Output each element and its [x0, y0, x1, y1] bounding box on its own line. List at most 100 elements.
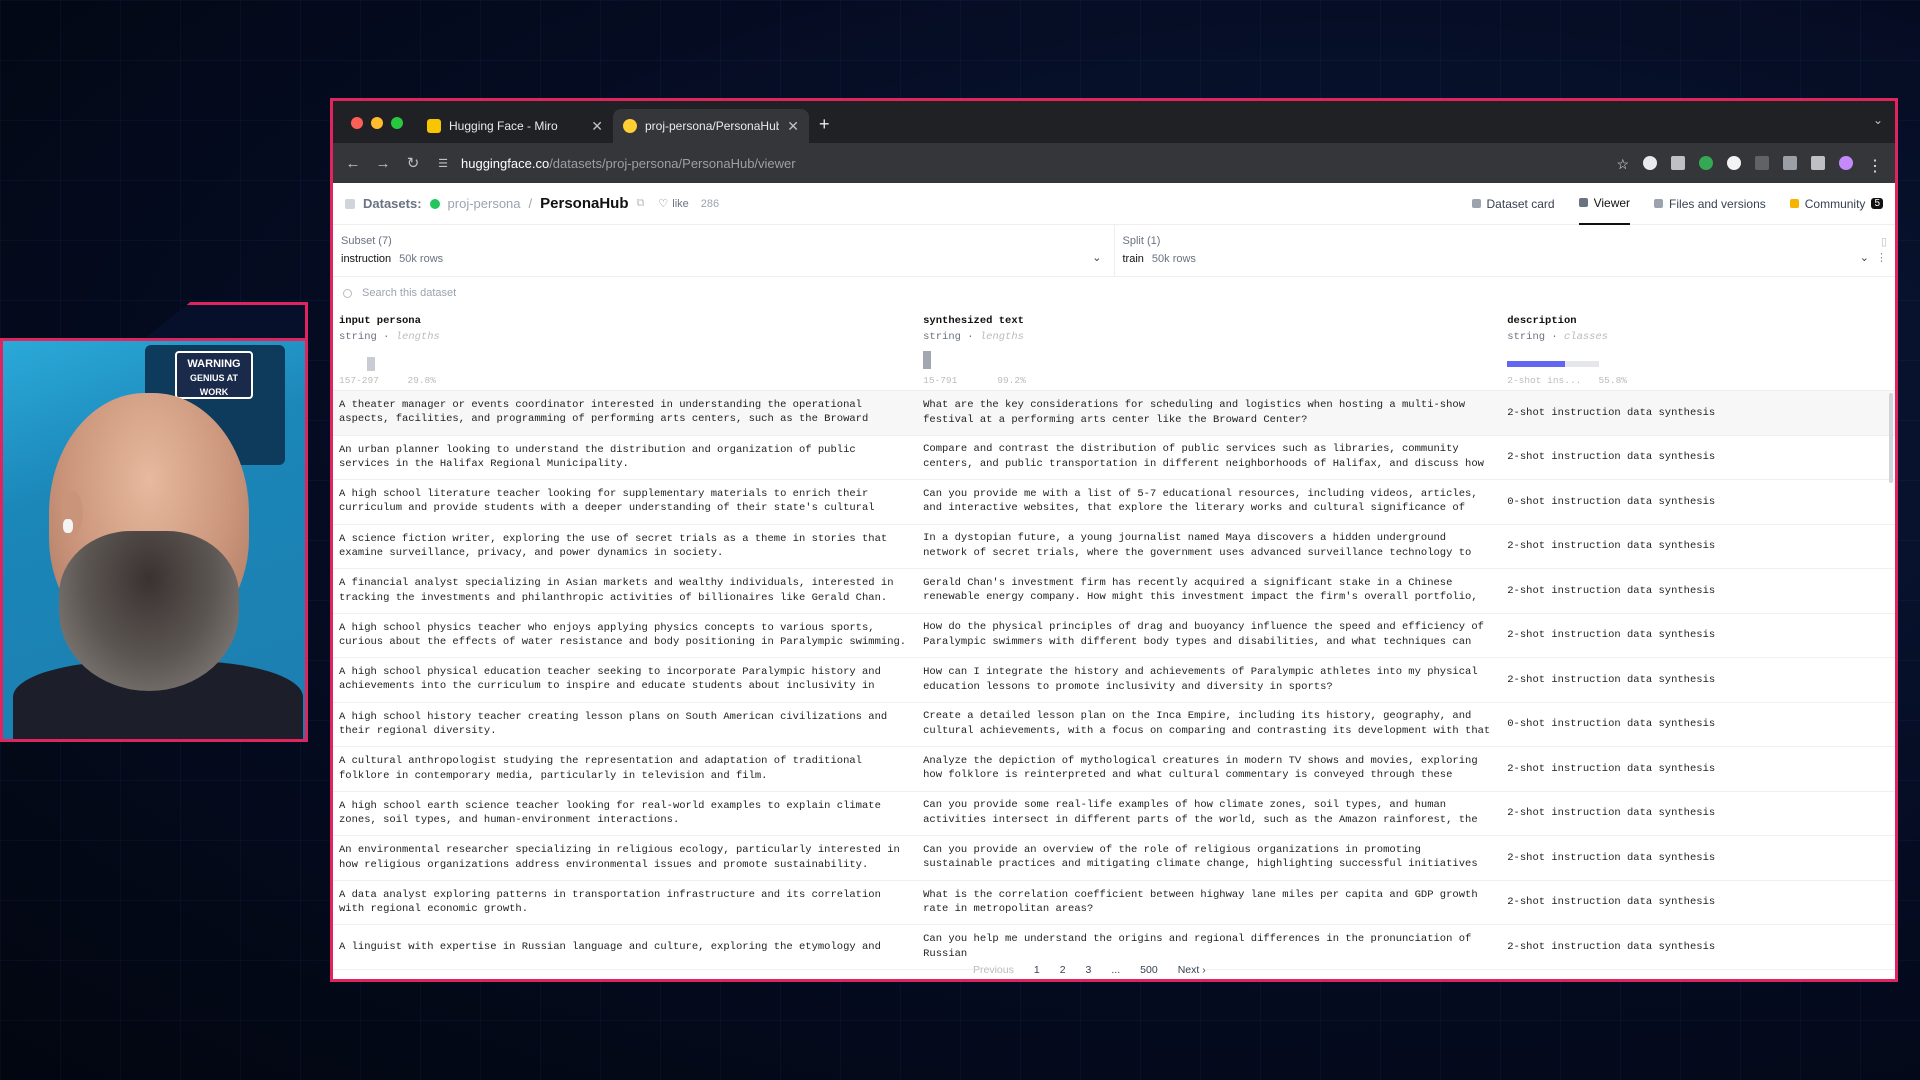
miro-favicon-icon — [427, 119, 441, 133]
back-arrow-icon[interactable]: ← — [345, 155, 361, 172]
warning-sign: WARNING GENIUS AT WORK — [175, 351, 253, 399]
profile-avatar[interactable] — [1839, 156, 1853, 170]
previous-page-button[interactable]: Previous — [973, 964, 1014, 976]
more-options-icon[interactable]: ⋮ — [1876, 251, 1887, 264]
split-selector[interactable]: Split (1) train 50k rows ⌄ ▯ ⋮ — [1113, 225, 1896, 276]
community-icon — [1789, 199, 1799, 208]
histogram-range-row: 157-297 29.8% — [339, 375, 436, 386]
table-row[interactable]: An urban planner looking to understand t… — [333, 436, 1895, 480]
dataset-search[interactable]: Search this dataset — [333, 277, 1895, 309]
table-cell-input-persona: An urban planner looking to understand t… — [339, 443, 856, 471]
table-row[interactable]: An environmental researcher specializing… — [333, 836, 1895, 881]
browser-tab-miro[interactable]: Hugging Face - Miro ✕ — [417, 109, 613, 143]
table-cell-input-persona: A high school physics teacher who enjoys… — [339, 621, 907, 649]
column-type: string — [339, 331, 377, 343]
tab-viewer[interactable]: Viewer — [1578, 183, 1631, 225]
maximize-window-button[interactable] — [391, 117, 403, 129]
search-icon — [343, 288, 352, 298]
table-cell-input-persona: A high school history teacher creating l… — [339, 710, 888, 738]
browser-menu-icon[interactable]: ⋮ — [1867, 156, 1883, 175]
like-button[interactable]: ♡ like 286 — [658, 197, 719, 211]
column-type: string — [923, 331, 961, 343]
table-cell-synthesized-text: Gerald Chan's investment firm has recent… — [923, 576, 1478, 604]
pen-extension-icon[interactable] — [1671, 156, 1685, 170]
table-cell-description: 2-shot instruction data synthesis — [1507, 940, 1716, 953]
tab-community[interactable]: Community 5 — [1789, 183, 1883, 225]
table-row[interactable]: A high school earth science teacher look… — [333, 792, 1895, 836]
tab-bar: Hugging Face - Miro ✕ proj-persona/Perso… — [333, 101, 1895, 143]
close-tab-icon[interactable]: ✕ — [591, 118, 603, 135]
datasets-label[interactable]: Datasets: — [363, 196, 422, 211]
table-row[interactable]: A high school literature teacher looking… — [333, 480, 1895, 525]
tab-search-chevron-icon[interactable]: ⌄ — [1873, 113, 1883, 127]
column-header-description[interactable]: description string · classes 2-shot ins.… — [1501, 309, 1895, 390]
table-cell-description: 2-shot instruction data synthesis — [1507, 807, 1716, 819]
table-body: A theater manager or events coordinator … — [333, 391, 1895, 970]
page-1-button[interactable]: 1 — [1034, 964, 1040, 976]
table-cell-input-persona: A data analyst exploring patterns in tra… — [339, 888, 881, 916]
address-bar-row: ← → ↻ ☰ huggingface.co/datasets/proj-per… — [333, 143, 1895, 183]
table-cell-description: 0-shot instruction data synthesis — [1507, 495, 1716, 508]
extension-icon[interactable] — [1643, 156, 1657, 170]
histogram-percent: 99.2% — [997, 375, 1026, 386]
page-3-button[interactable]: 3 — [1086, 964, 1092, 976]
table-row[interactable]: A financial analyst specializing in Asia… — [333, 569, 1895, 614]
repo-nav: Dataset card Viewer Files and versions C… — [1471, 183, 1883, 225]
green-extension-icon[interactable] — [1699, 156, 1713, 170]
new-tab-button[interactable]: + — [809, 114, 840, 143]
extensions-menu-icon[interactable] — [1783, 156, 1797, 170]
reload-icon[interactable]: ↻ — [405, 154, 421, 172]
breadcrumb: Datasets: proj-persona / PersonaHub ⧉ — [345, 195, 644, 212]
column-header-synthesized-text[interactable]: synthesized text string · lengths 15-791… — [917, 309, 1501, 390]
table-cell-input-persona: A theater manager or events coordinator … — [339, 398, 869, 426]
white-extension-icon[interactable] — [1727, 156, 1741, 170]
copy-icon[interactable]: ⧉ — [637, 197, 645, 210]
site-info-icon[interactable]: ☰ — [435, 157, 451, 170]
tab-files-and-versions[interactable]: Files and versions — [1654, 183, 1766, 225]
subset-split-selectors: Subset (7) instruction 50k rows ⌄ Split (… — [333, 225, 1895, 277]
like-label: like — [672, 197, 689, 210]
media-control-icon[interactable] — [1811, 156, 1825, 170]
dataset-header: Datasets: proj-persona / PersonaHub ⧉ ♡ … — [333, 183, 1895, 225]
subset-label: Subset (7) — [341, 235, 392, 247]
close-tab-icon[interactable]: ✕ — [787, 118, 799, 135]
url-field[interactable]: ☰ huggingface.co/datasets/proj-persona/P… — [435, 156, 1602, 171]
column-type: string — [1507, 331, 1546, 343]
tab-dataset-card[interactable]: Dataset card — [1471, 183, 1555, 225]
bookmark-star-icon[interactable]: ☆ — [1616, 156, 1629, 172]
subset-selector[interactable]: Subset (7) instruction 50k rows ⌄ — [333, 225, 1114, 276]
table-cell-description: 2-shot instruction data synthesis — [1507, 762, 1716, 775]
column-header-input-persona[interactable]: input persona string · lengths 157-297 2… — [333, 309, 917, 390]
tab-label: Dataset card — [1486, 196, 1555, 211]
table-row[interactable]: A high school physics teacher who enjoys… — [333, 614, 1895, 658]
sidebar-toggle-icon[interactable]: ▯ — [1881, 235, 1887, 248]
table-row[interactable]: A cultural anthropologist studying the r… — [333, 747, 1895, 792]
warning-sign-title: WARNING — [187, 358, 241, 370]
table-cell-synthesized-text: Analyze the depiction of mythological cr… — [923, 754, 1478, 782]
page-2-button[interactable]: 2 — [1060, 964, 1066, 976]
minimize-window-button[interactable] — [371, 117, 383, 129]
search-input[interactable]: Search this dataset — [362, 287, 456, 299]
chevron-down-icon[interactable]: ⌄ — [1092, 251, 1101, 264]
org-link[interactable]: proj-persona — [448, 196, 521, 211]
forward-arrow-icon[interactable]: → — [375, 155, 391, 172]
webcam-feed: WARNING GENIUS AT WORK — [0, 338, 308, 742]
table-row[interactable]: A science fiction writer, exploring the … — [333, 525, 1895, 569]
table-cell-synthesized-text: Compare and contrast the distribution of… — [923, 443, 1484, 470]
table-cell-input-persona: A science fiction writer, exploring the … — [339, 532, 888, 560]
repo-name[interactable]: PersonaHub — [540, 195, 628, 212]
column-stat: classes — [1563, 331, 1609, 343]
table-cell-description: 2-shot instruction data synthesis — [1507, 673, 1716, 686]
browser-tab-personahub[interactable]: proj-persona/PersonaHub · D ✕ — [613, 109, 809, 143]
table-row[interactable]: A data analyst exploring patterns in tra… — [333, 881, 1895, 925]
puzzle-extension-icon[interactable] — [1755, 156, 1769, 170]
length-histogram — [367, 357, 375, 371]
table-row[interactable]: A theater manager or events coordinator … — [333, 391, 1895, 436]
table-row[interactable]: A high school history teacher creating l… — [333, 703, 1895, 747]
chevron-down-icon[interactable]: ⌄ — [1860, 251, 1869, 264]
table-row[interactable]: A high school physical education teacher… — [333, 658, 1895, 703]
next-page-button[interactable]: Next — [1178, 964, 1200, 976]
table-scrollbar[interactable] — [1889, 393, 1893, 483]
page-500-button[interactable]: 500 — [1140, 964, 1158, 976]
close-window-button[interactable] — [351, 117, 363, 129]
